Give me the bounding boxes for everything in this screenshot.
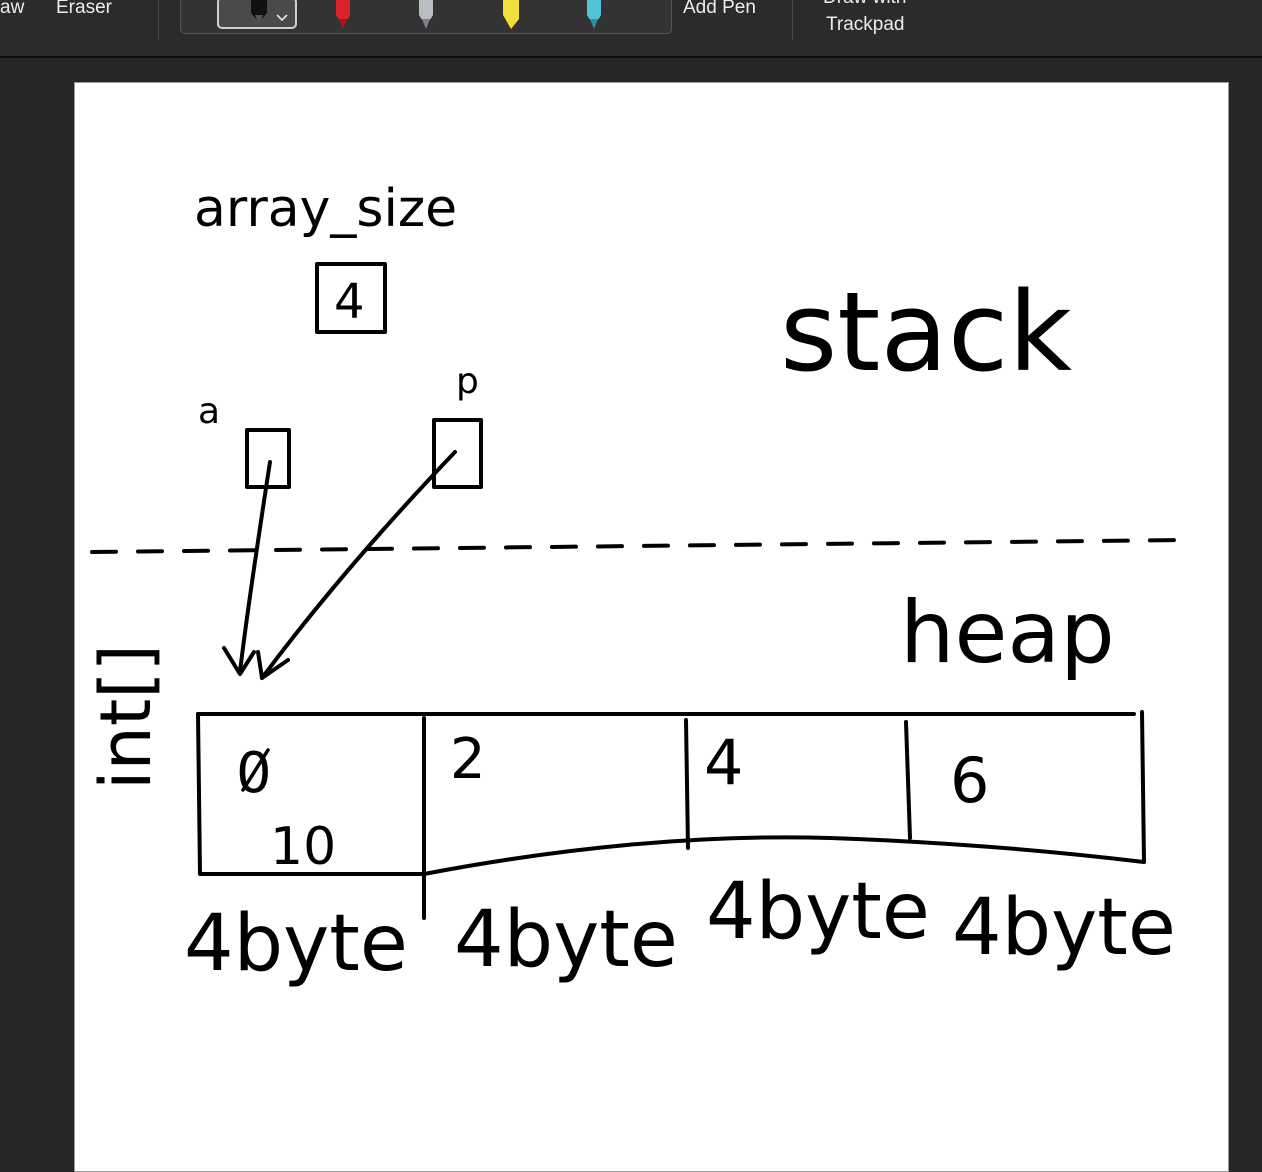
cell-index-6: 6 (950, 744, 989, 817)
var-a-label: a (198, 391, 220, 432)
heap-label: heap (900, 583, 1115, 683)
cell-size-0: 4byte (184, 899, 408, 989)
cell-divider-2 (684, 718, 690, 850)
int-array-label: int[] (85, 644, 167, 790)
arrow-a-to-array (238, 460, 272, 674)
ink-layer: array_size 4 stack a p heap int[] 0 10 2… (85, 179, 1186, 989)
array-outline (196, 710, 1146, 876)
array-size-label: array_size (194, 179, 457, 239)
stack-label: stack (780, 268, 1072, 396)
cell-index-4: 4 (704, 726, 743, 799)
cell-divider-3 (904, 720, 912, 840)
var-p-box (432, 418, 483, 489)
cell-size-2: 4byte (706, 867, 930, 957)
var-p-label: p (456, 361, 479, 402)
cell-size-1: 4byte (454, 895, 678, 985)
arrow-a-head (222, 646, 256, 676)
cell-index-2: 2 (450, 727, 486, 792)
array-size-value: 4 (334, 274, 365, 330)
cell-value-0: 10 (270, 817, 336, 877)
cell-size-3: 4byte (952, 883, 1176, 973)
